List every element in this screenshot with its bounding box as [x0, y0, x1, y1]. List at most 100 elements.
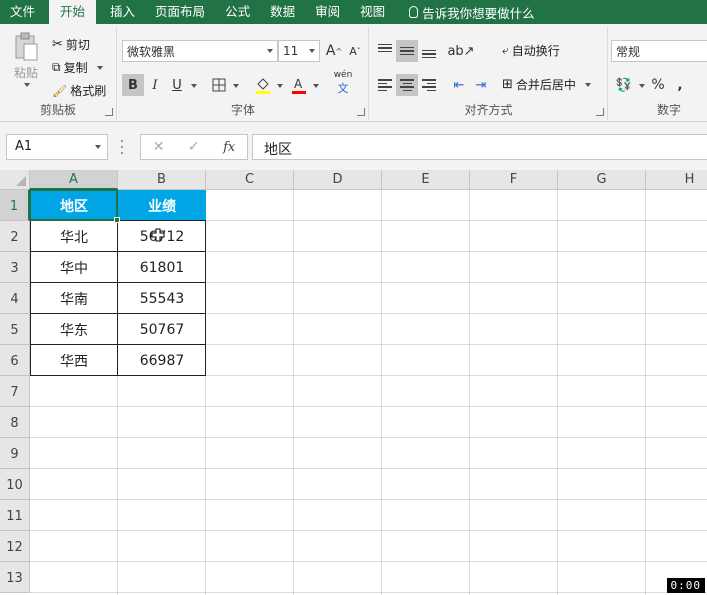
- align-middle-button[interactable]: [396, 40, 418, 62]
- tab-home[interactable]: 开始: [49, 0, 97, 24]
- row-header-3[interactable]: 3: [0, 252, 30, 283]
- font-size-select[interactable]: 11: [278, 40, 320, 62]
- phonetic-button[interactable]: wén 文: [330, 70, 356, 95]
- font-color-button[interactable]: A: [288, 74, 310, 96]
- row-header-1[interactable]: 1: [0, 190, 30, 221]
- column-header-f[interactable]: F: [470, 170, 558, 190]
- row-header-7[interactable]: 7: [0, 376, 30, 407]
- paste-label: 粘贴: [13, 66, 38, 80]
- tab-view[interactable]: 视图: [350, 0, 395, 24]
- table-cell[interactable]: 华北: [30, 221, 118, 252]
- align-center-button[interactable]: [396, 74, 418, 96]
- alignment-launcher-icon[interactable]: [596, 108, 604, 116]
- align-bottom-button[interactable]: [418, 40, 440, 62]
- align-middle-icon: [400, 46, 414, 56]
- row-header-8[interactable]: 8: [0, 407, 30, 438]
- column-header-g[interactable]: G: [558, 170, 646, 190]
- fill-color-dropdown-icon[interactable]: [277, 84, 283, 88]
- decrease-indent-button[interactable]: ⇤: [448, 74, 470, 96]
- accounting-format-button[interactable]: 💱: [613, 74, 635, 96]
- shrink-font-button[interactable]: Aˇ: [344, 40, 366, 62]
- increase-indent-button[interactable]: ⇥: [470, 74, 492, 96]
- fill-color-button[interactable]: [252, 74, 274, 96]
- tell-me-box[interactable]: 告诉我你想要做什么: [409, 3, 535, 22]
- table-header-cell[interactable]: 地区: [30, 190, 118, 221]
- underline-button[interactable]: U: [166, 74, 188, 96]
- phonetic-icon: wén: [333, 70, 353, 80]
- italic-button[interactable]: I: [144, 74, 166, 96]
- table-cell[interactable]: 50767: [118, 314, 206, 345]
- row-header-12[interactable]: 12: [0, 531, 30, 562]
- fill-handle[interactable]: [114, 217, 120, 223]
- row-header-9[interactable]: 9: [0, 438, 30, 469]
- row-header-2[interactable]: 2: [0, 221, 30, 252]
- column-header-h[interactable]: H: [646, 170, 707, 190]
- paste-dropdown-icon[interactable]: [24, 83, 30, 87]
- table-cell[interactable]: 66987: [118, 345, 206, 376]
- font-name-value: 微软雅黑: [127, 44, 176, 59]
- number-format-select[interactable]: 常规: [611, 40, 707, 62]
- accounting-dropdown-icon[interactable]: [639, 84, 645, 88]
- formula-bar-splitter[interactable]: [121, 140, 124, 154]
- underline-dropdown-icon[interactable]: [191, 84, 197, 88]
- percent-button[interactable]: %: [647, 74, 669, 96]
- row-header-4[interactable]: 4: [0, 283, 30, 314]
- merge-center-label: 合并后居中: [515, 78, 576, 92]
- paste-button[interactable]: 粘贴: [10, 32, 42, 87]
- tab-file[interactable]: 文件: [0, 0, 45, 24]
- tab-review[interactable]: 审阅: [305, 0, 350, 24]
- insert-function-button[interactable]: fx: [223, 140, 235, 155]
- row-header-10[interactable]: 10: [0, 469, 30, 500]
- table-header-cell[interactable]: 业绩: [118, 190, 206, 221]
- tab-data[interactable]: 数据: [260, 0, 305, 24]
- column-header-c[interactable]: C: [206, 170, 294, 190]
- copy-dropdown-icon[interactable]: [96, 65, 103, 70]
- align-top-button[interactable]: [374, 40, 396, 62]
- select-all-button[interactable]: [0, 170, 30, 190]
- format-painter-button[interactable]: 🖌 格式刷: [52, 82, 106, 99]
- row-header-6[interactable]: 6: [0, 345, 30, 376]
- copy-button[interactable]: ⧉ 复制: [52, 59, 103, 76]
- decrease-indent-icon: ⇤: [453, 77, 465, 93]
- wrap-text-button[interactable]: ⤶ 自动换行: [502, 42, 560, 59]
- borders-dropdown-icon[interactable]: [233, 84, 239, 88]
- table-cell[interactable]: 华中: [30, 252, 118, 283]
- table-cell[interactable]: 华南: [30, 283, 118, 314]
- name-box[interactable]: A1: [6, 134, 108, 160]
- row-header-11[interactable]: 11: [0, 500, 30, 531]
- bold-button[interactable]: B: [122, 74, 144, 96]
- column-header-d[interactable]: D: [294, 170, 382, 190]
- clipboard-launcher-icon[interactable]: [105, 108, 113, 116]
- table-cell[interactable]: 61801: [118, 252, 206, 283]
- cut-button[interactable]: ✂ 剪切: [52, 36, 90, 53]
- tab-formulas[interactable]: 公式: [215, 0, 260, 24]
- table-cell[interactable]: 华东: [30, 314, 118, 345]
- grow-font-button[interactable]: A ^: [323, 40, 345, 62]
- borders-button[interactable]: [208, 74, 230, 96]
- align-right-button[interactable]: [418, 74, 440, 96]
- comma-button[interactable]: ,: [669, 74, 691, 96]
- formula-input[interactable]: 地区: [252, 134, 707, 160]
- row-header-13[interactable]: 13: [0, 562, 30, 593]
- cancel-icon[interactable]: ✕: [153, 139, 165, 155]
- table-cell[interactable]: 华西: [30, 345, 118, 376]
- tab-insert[interactable]: 插入: [100, 0, 145, 24]
- font-launcher-icon[interactable]: [357, 108, 365, 116]
- enter-icon[interactable]: ✓: [188, 139, 200, 155]
- merge-dropdown-icon[interactable]: [584, 82, 591, 87]
- table-cell[interactable]: 55543: [118, 283, 206, 314]
- paintbrush-icon: 🖌: [52, 83, 68, 98]
- font-color-dropdown-icon[interactable]: [313, 84, 319, 88]
- font-name-select[interactable]: 微软雅黑: [122, 40, 278, 62]
- row-header-5[interactable]: 5: [0, 314, 30, 345]
- merge-center-button[interactable]: ⊞ 合并后居中: [502, 76, 591, 93]
- font-color-icon: A: [292, 77, 306, 94]
- column-header-a[interactable]: A: [30, 170, 118, 190]
- tab-page-layout[interactable]: 页面布局: [145, 0, 215, 24]
- column-header-b[interactable]: B: [118, 170, 206, 190]
- orientation-button[interactable]: ab↗: [447, 40, 474, 62]
- format-painter-label: 格式刷: [70, 84, 107, 98]
- column-header-e[interactable]: E: [382, 170, 470, 190]
- align-left-button[interactable]: [374, 74, 396, 96]
- gridline-horizontal: [30, 530, 707, 531]
